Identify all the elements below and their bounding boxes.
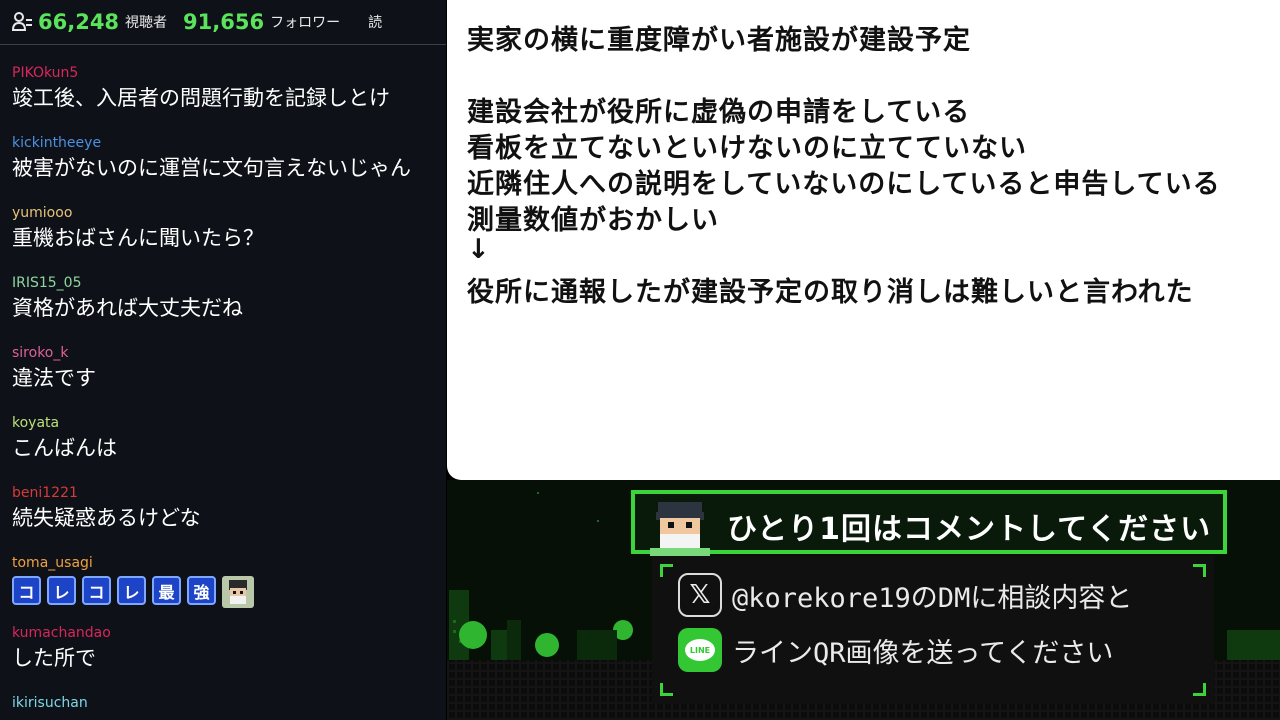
chat-username[interactable]: siroko_k [12, 344, 96, 362]
viewer-label: 視聴者 [125, 15, 168, 31]
chat-text: 違法です [12, 366, 96, 390]
notice-line: 実家の横に重度障がい者施設が建設予定 [467, 25, 971, 56]
chat-username[interactable]: yumiooo [12, 204, 264, 222]
line-app-icon: LINE [678, 628, 722, 672]
chat-text: 資格があれば大丈夫だね [12, 296, 243, 320]
emote-ko: コ [12, 576, 41, 605]
chat-message: beni1221 続失疑惑あるけどな [12, 484, 201, 532]
chat-message: kickintheeye 被害がないのに運営に文句言えないじゃん [12, 134, 411, 182]
chat-text: 重機おばさんに聞いたら？ [12, 226, 264, 250]
x-logo-icon: 𝕏 [678, 573, 722, 617]
chat-username[interactable]: ikirisuchan [12, 694, 88, 712]
chat-message: siroko_k 違法です [12, 344, 96, 392]
chat-username[interactable]: IRIS15_05 [12, 274, 243, 292]
emote-re: レ [47, 576, 76, 605]
chat-username[interactable]: PIKOkun5 [12, 64, 390, 82]
face-emote-icon [222, 576, 254, 608]
viewer-count: 66,248 [38, 10, 120, 34]
truncated-label: 読 [368, 15, 383, 31]
viewers-icon [12, 12, 32, 31]
x-contact-text: @korekore19のDMに相談内容と [732, 582, 1133, 614]
chat-username[interactable]: kumachandao [12, 624, 111, 642]
chat-message: yumiooo 重機おばさんに聞いたら？ [12, 204, 264, 252]
chat-username[interactable]: toma_usagi [12, 554, 254, 572]
corner-mark [660, 683, 673, 696]
chat-panel: 66,248 視聴者 91,656 フォロワー 読 PIKOkun5 竣工後、入… [0, 0, 446, 720]
x-contact-line: 𝕏 @korekore19のDMに相談内容と [678, 573, 1132, 617]
notice-line: 測量数値がおかしい [467, 205, 719, 236]
emote-kyou: 強 [187, 576, 216, 605]
chat-message: toma_usagi コ レ コ レ 最 強 [12, 554, 254, 608]
comment-request-banner: ひとり1回はコメントしてください [631, 490, 1227, 554]
line-badge: LINE [685, 639, 715, 661]
corner-mark [1193, 564, 1206, 577]
chat-message: ikirisuchan [12, 694, 88, 712]
line-contact-line: LINE ラインQR画像を送ってください [678, 628, 1113, 672]
chat-text: 被害がないのに運営に文句言えないじゃん [12, 156, 411, 180]
chat-message: PIKOkun5 竣工後、入居者の問題行動を記録しとけ [12, 64, 390, 112]
emote-sai: 最 [152, 576, 181, 605]
line-contact-text: ラインQR画像を送ってください [732, 637, 1114, 669]
emote-ko: コ [82, 576, 111, 605]
chat-message: koyata こんばんは [12, 414, 117, 462]
corner-mark [1193, 683, 1206, 696]
follower-label: フォロワー [270, 15, 341, 31]
emote-row: コ レ コ レ 最 強 [12, 576, 254, 608]
notice-line: ↓ [467, 234, 491, 265]
chat-text: した所で [12, 646, 96, 670]
corner-mark [660, 564, 673, 577]
chat-username[interactable]: kickintheeye [12, 134, 411, 152]
stream-stats-bar: 66,248 視聴者 91,656 フォロワー 読 [0, 0, 446, 45]
follower-count: 91,656 [183, 10, 265, 34]
notice-line: 看板を立てないといけないのに立てていない [467, 133, 1027, 164]
notice-line: 役所に通報したが建設予定の取り消しは難しいと言われた [467, 277, 1194, 308]
pixel-avatar-icon [650, 502, 710, 556]
chat-text: こんばんは [12, 436, 117, 460]
chat-username[interactable]: beni1221 [12, 484, 201, 502]
notice-line: 近隣住人への説明をしていないのにしていると申告している [467, 169, 1221, 200]
notice-panel: 実家の横に重度障がい者施設が建設予定 建設会社が役所に虚偽の申請をしている 看板… [447, 0, 1280, 480]
chat-username[interactable]: koyata [12, 414, 117, 432]
chat-text: 続失疑惑あるけどな [12, 506, 201, 530]
comment-request-text: ひとり1回はコメントしてください [727, 512, 1212, 547]
notice-line: 建設会社が役所に虚偽の申請をしている [467, 97, 971, 128]
chat-message: IRIS15_05 資格があれば大丈夫だね [12, 274, 243, 322]
emote-re: レ [117, 576, 146, 605]
chat-text: 竣工後、入居者の問題行動を記録しとけ [12, 86, 390, 110]
chat-message: kumachandao した所で [12, 624, 111, 672]
contact-info-box: 𝕏 @korekore19のDMに相談内容と LINE ラインQR画像を送ってく… [652, 556, 1214, 704]
